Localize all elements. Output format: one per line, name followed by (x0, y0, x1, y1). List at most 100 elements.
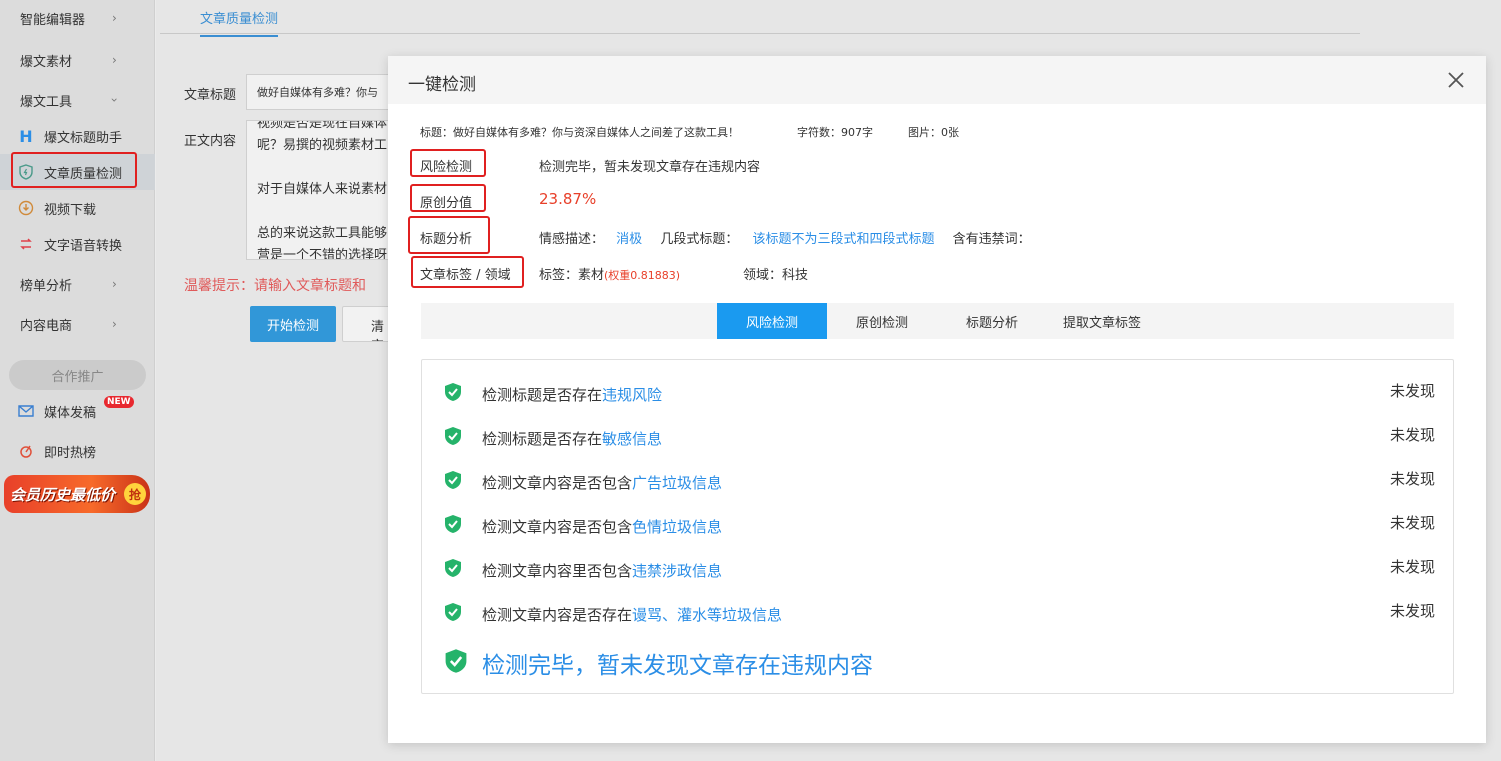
sidebar-item-label: 爆文工具 (20, 94, 73, 110)
check-prefix: 检测标题是否存在 (482, 386, 603, 404)
info-title: 标题：做好自媒体有多难？你与资深自媒体人之间差了这款工具！ (420, 126, 739, 139)
mail-icon (18, 403, 34, 419)
content-label: 正文内容 (184, 134, 237, 149)
result-tabs: 风险检测 原创检测 标题分析 提取文章标签 (421, 303, 1454, 339)
close-icon[interactable] (1444, 68, 1468, 92)
check-prefix: 检测文章内容是否包含 (482, 474, 633, 492)
download-icon (18, 200, 34, 216)
tag-row: 标签：素材(权重0.81883) (539, 264, 680, 283)
article-content-textarea[interactable]: 视频是否是现在自媒体 呢？易撰的视频素材工 对于自媒体人来说素材 总的来说这款工… (246, 120, 406, 260)
sidebar-item-tts[interactable]: 文字语音转换 (0, 226, 155, 262)
check-row: 检测标题是否存在敏感信息 未发现 (422, 422, 1455, 452)
content-line: 对于自媒体人来说素材 (257, 182, 388, 197)
check-row: 检测标题是否存在违规风险 未发现 (422, 378, 1455, 408)
tab-quality-check[interactable]: 文章质量检测 (200, 8, 279, 37)
promo-tag: 抢 (124, 483, 146, 505)
sidebar-item-label: 视频下载 (44, 202, 97, 218)
check-status: 未发现 (1389, 558, 1435, 576)
check-text: 检测标题是否存在违规风险 (482, 384, 662, 405)
warm-tip: 温馨提示：请输入文章标题和 (184, 278, 366, 294)
highlight-box (411, 256, 524, 288)
highlight-box (408, 216, 490, 254)
check-prefix: 检测文章内容是否包含 (482, 518, 633, 536)
h-icon: H (19, 126, 33, 146)
convert-icon (18, 236, 34, 252)
sidebar-item-video-download[interactable]: 视频下载 (0, 190, 155, 226)
check-highlight: 谩骂、灌水等垃圾信息 (632, 606, 783, 624)
content-line: 总的来说这款工具能够 (257, 226, 388, 241)
check-status: 未发现 (1389, 426, 1435, 444)
emotion-value: 消极 (616, 232, 643, 247)
start-check-button[interactable]: 开始检测 (250, 306, 336, 342)
fire-icon (18, 443, 34, 459)
sidebar-item-title-helper[interactable]: H 爆文标题助手 (0, 118, 155, 154)
chevron-right-icon: › (112, 53, 117, 67)
check-highlight: 违禁涉政信息 (632, 562, 723, 580)
highlight-box (410, 149, 486, 177)
content-line: 营是一个不错的选择呀 (257, 248, 388, 260)
check-highlight: 色情垃圾信息 (632, 518, 723, 536)
sidebar-item-label: 内容电商 (20, 318, 73, 334)
chevron-right-icon: › (112, 277, 117, 291)
check-highlight: 违规风险 (602, 386, 663, 404)
sidebar-item-ecommerce[interactable]: 内容电商 › (0, 306, 155, 342)
check-status: 未发现 (1389, 514, 1435, 532)
sidebar-item-smart-editor[interactable]: 智能编辑器 › (0, 0, 155, 36)
risk-result-panel: 检测标题是否存在违规风险 未发现 检测标题是否存在敏感信息 未发现 检测文章内容… (421, 359, 1454, 694)
promo-banner[interactable]: 会员历史最低价 抢 (4, 475, 150, 513)
check-modal: 一键检测 标题：做好自媒体有多难？你与资深自媒体人之间差了这款工具！ 字符数：9… (388, 56, 1486, 743)
sidebar-item-label: 爆文素材 (20, 54, 73, 70)
highlight-box (410, 184, 486, 212)
check-row: 检测文章内容是否存在谩骂、灌水等垃圾信息 未发现 (422, 598, 1455, 628)
sidebar: 智能编辑器 › 爆文素材 › 爆文工具 › H 爆文标题助手 文章质量检测 视频… (0, 0, 155, 761)
sidebar-item-label: 即时热榜 (44, 445, 97, 461)
title-label: 文章标题 (184, 88, 237, 103)
check-row: 检测文章内容是否包含广告垃圾信息 未发现 (422, 466, 1455, 496)
sidebar-item-tools[interactable]: 爆文工具 › (0, 82, 155, 118)
tab-extract-tags[interactable]: 提取文章标签 (1047, 303, 1157, 339)
segment-label: 几段式标题： (660, 232, 739, 247)
final-result-text: 检测完毕，暂未发现文章存在违规内容 (482, 653, 873, 679)
risk-value: 检测完毕，暂未发现文章存在违规内容 (539, 160, 761, 175)
coop-promo-button[interactable]: 合作推广 (9, 360, 146, 390)
sidebar-item-label: 文字语音转换 (44, 238, 123, 254)
article-title-input[interactable]: 做好自媒体有多难？你与 (246, 74, 406, 110)
shield-check-icon (445, 559, 461, 577)
new-badge: NEW (104, 396, 134, 408)
sidebar-item-label: 智能编辑器 (20, 12, 86, 28)
segment-value: 该标题不为三段式和四段式标题 (752, 232, 935, 247)
sidebar-item-materials[interactable]: 爆文素材 › (0, 42, 155, 78)
chevron-right-icon: › (112, 317, 117, 331)
sidebar-item-rankings[interactable]: 榜单分析 › (0, 266, 155, 302)
shield-check-icon (445, 383, 461, 401)
check-text: 检测文章内容是否存在谩骂、灌水等垃圾信息 (482, 604, 782, 625)
modal-header: 一键检测 (388, 56, 1486, 104)
check-text: 检测文章内容里否包含违禁涉政信息 (482, 560, 722, 581)
modal-title: 一键检测 (408, 75, 476, 95)
check-prefix: 检测标题是否存在 (482, 430, 603, 448)
tag-weight: (权重0.81883) (604, 269, 681, 282)
sidebar-item-label: 媒体发稿 (44, 405, 97, 421)
content-line: 呢？易撰的视频素材工 (257, 138, 388, 153)
info-image-count: 图片：0张 (908, 126, 959, 139)
check-highlight: 敏感信息 (602, 430, 663, 448)
promo-text: 会员历史最低价 (10, 485, 116, 504)
chevron-down-icon: › (107, 97, 122, 103)
sidebar-item-label: 榜单分析 (20, 278, 73, 294)
check-text: 检测标题是否存在敏感信息 (482, 428, 662, 449)
check-status: 未发现 (1389, 602, 1435, 620)
check-prefix: 检测文章内容是否存在 (482, 606, 633, 624)
check-text: 检测文章内容是否包含广告垃圾信息 (482, 472, 722, 493)
shield-check-icon (445, 515, 461, 533)
tab-risk-check[interactable]: 风险检测 (717, 303, 827, 339)
tab-original-check[interactable]: 原创检测 (827, 303, 937, 339)
sidebar-item-hot-list[interactable]: 即时热榜 (0, 433, 155, 469)
shield-check-icon (445, 471, 461, 489)
content-line (257, 201, 395, 223)
check-status: 未发现 (1389, 470, 1435, 488)
tab-title-analysis[interactable]: 标题分析 (937, 303, 1047, 339)
content-line: 视频是否是现在自媒体 (257, 120, 388, 131)
sidebar-item-label: 爆文标题助手 (44, 130, 123, 146)
info-char-count: 字符数：907字 (797, 126, 873, 139)
domain-value: 领域：科技 (743, 268, 809, 283)
